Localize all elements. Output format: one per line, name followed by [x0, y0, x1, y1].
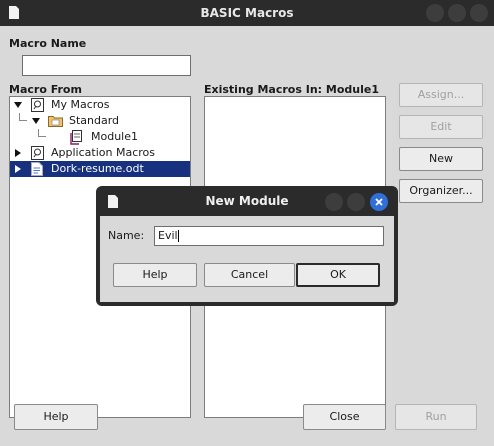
new-module-dialog: New Module Name: Evil Help Cancel OK — [96, 186, 398, 306]
tree-item-my-macros[interactable]: My Macros — [10, 97, 190, 113]
main-titlebar: BASIC Macros — [0, 0, 494, 26]
tree-item-standard[interactable]: Standard — [10, 113, 190, 129]
maximize-button[interactable] — [448, 4, 466, 22]
tree-item-application-macros[interactable]: Application Macros — [10, 145, 190, 161]
help-button[interactable]: Help — [14, 404, 98, 430]
name-label: Name: — [108, 229, 145, 242]
minimize-button[interactable] — [426, 4, 444, 22]
folder-icon — [48, 116, 63, 127]
close-button[interactable]: Close — [303, 404, 386, 430]
run-button[interactable]: Run — [395, 404, 477, 430]
window-title: BASIC Macros — [200, 6, 294, 20]
existing-macros-label: Existing Macros In: Module1 — [204, 83, 379, 96]
close-icon — [375, 198, 383, 206]
collapse-arrow-icon[interactable] — [15, 165, 21, 173]
tree-item-label: Standard — [69, 114, 120, 127]
expand-arrow-icon[interactable] — [14, 102, 22, 108]
tree-connector-line — [38, 129, 46, 137]
tree-item-label: Application Macros — [51, 146, 155, 159]
edit-button[interactable]: Edit — [399, 115, 483, 139]
macro-name-label: Macro Name — [9, 37, 87, 50]
organizer-button[interactable]: Organizer... — [399, 179, 483, 203]
dialog-maximize-button[interactable] — [347, 193, 365, 211]
dialog-ok-button[interactable]: OK — [296, 263, 380, 287]
expand-arrow-icon[interactable] — [32, 118, 40, 124]
dialog-close-button[interactable] — [370, 193, 388, 211]
dialog-body: Name: Evil Help Cancel OK — [100, 216, 394, 302]
new-button[interactable]: New — [399, 147, 483, 171]
module-icon — [70, 130, 82, 145]
macro-library-icon — [31, 146, 44, 160]
tree-item-document[interactable]: Dork-resume.odt — [10, 161, 190, 177]
dialog-help-button[interactable]: Help — [113, 263, 197, 287]
tree-item-label: Dork-resume.odt — [51, 162, 144, 175]
dialog-cancel-button[interactable]: Cancel — [204, 263, 295, 287]
module-name-value: Evil — [158, 229, 178, 242]
macro-name-input[interactable] — [22, 55, 191, 76]
assign-button[interactable]: Assign... — [399, 83, 483, 107]
macro-from-label: Macro From — [9, 83, 82, 96]
text-cursor — [177, 230, 179, 242]
collapse-arrow-icon[interactable] — [15, 149, 21, 157]
close-window-button[interactable] — [470, 4, 488, 22]
tree-item-label: My Macros — [51, 98, 110, 111]
dialog-minimize-button[interactable] — [325, 193, 343, 211]
tree-item-label: Module1 — [91, 130, 138, 143]
macro-library-icon — [31, 98, 44, 112]
document-icon — [31, 162, 43, 176]
module-name-input[interactable]: Evil — [154, 226, 384, 246]
tree-connector-line — [19, 113, 27, 121]
tree-item-module1[interactable]: Module1 — [10, 129, 190, 145]
